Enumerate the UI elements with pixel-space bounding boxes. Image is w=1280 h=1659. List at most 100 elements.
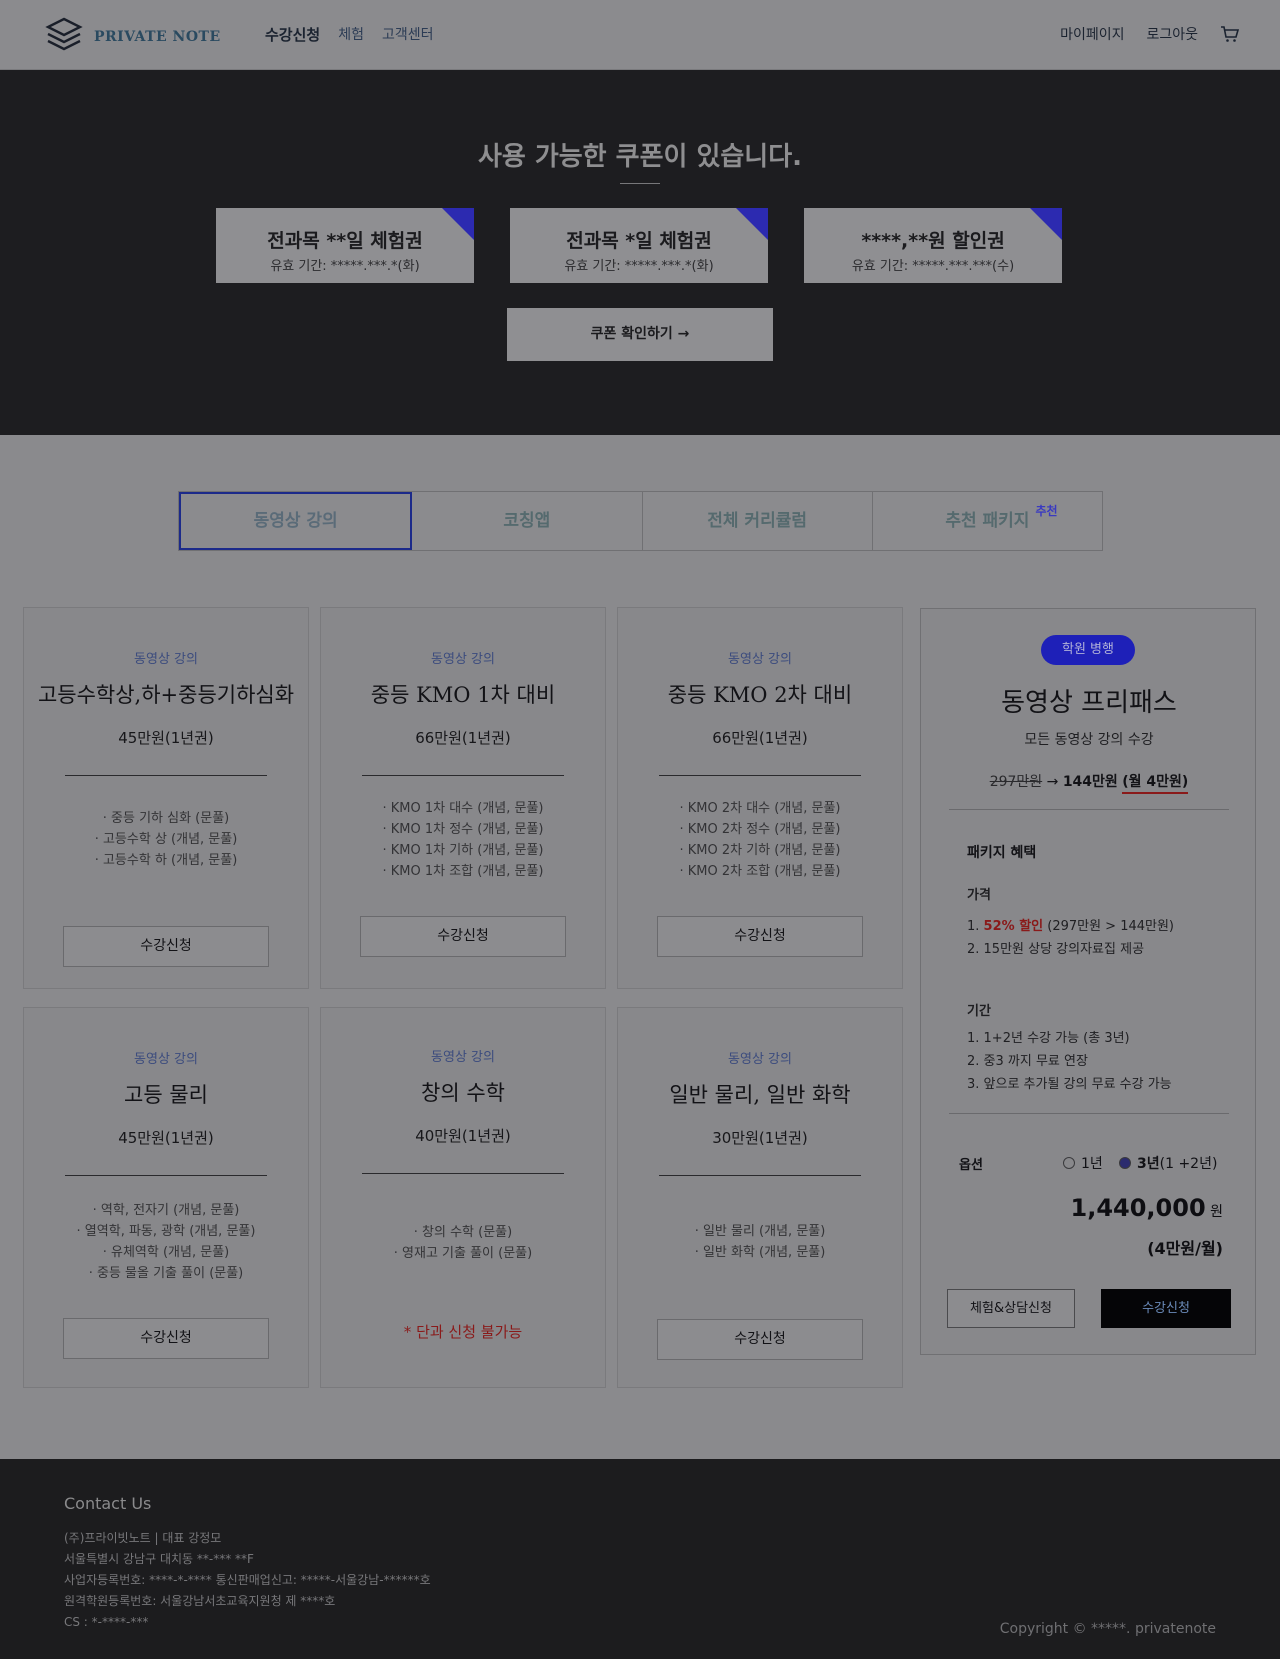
logo-text: PRIVATE NOTE: [94, 29, 221, 45]
nav-trial[interactable]: 체험: [338, 24, 364, 45]
course-contents: · 창의 수학 (문풀) · 영재고 기출 풀이 (문풀): [321, 1222, 605, 1264]
discounted-price: 144만원: [1062, 774, 1118, 790]
coupon-title: ****,**원 할인권: [861, 230, 1005, 252]
enroll-button[interactable]: 수강신청: [657, 1319, 863, 1360]
coupon-card[interactable]: 전과목 **일 체험권 유효 기간: *****.***.*(화): [216, 208, 474, 283]
benefits-heading: 패키지 혜택: [967, 845, 1037, 861]
coupon-corner-ribbon: [442, 208, 474, 240]
course-item: · 중등 물올 기출 풀이 (문풀): [88, 1266, 244, 1281]
enroll-button[interactable]: 수강신청: [63, 1318, 269, 1359]
course-category: 동영상 강의: [134, 652, 198, 667]
package-subtitle: 모든 동영상 강의 수강: [1024, 732, 1154, 748]
copyright: Copyright © *****. privatenote: [999, 1621, 1216, 1637]
course-item: · KMO 2차 조합 (개념, 문풀): [679, 864, 841, 879]
freepass-package: 학원 병행 동영상 프리패스 모든 동영상 강의 수강 297만원 → 144만…: [920, 608, 1256, 1355]
course-category: 동영상 강의: [728, 652, 792, 667]
option-1-year[interactable]: 1년: [1063, 1153, 1103, 1173]
price-arrow: →: [1042, 774, 1063, 790]
divider: [949, 1113, 1229, 1114]
enroll-button[interactable]: 수강신청: [657, 916, 863, 957]
coupon-corner-ribbon: [736, 208, 768, 240]
radio-icon: [1119, 1157, 1131, 1169]
course-card: 동영상 강의 고등수학상,하+중등기하심화 45만원(1년권) · 중등 기하 …: [23, 607, 309, 989]
tab-label: 전체 커리큘럼: [707, 511, 807, 531]
course-item: · KMO 1차 정수 (개념, 문풀): [382, 822, 544, 837]
course-price: 45만원(1년권): [118, 1129, 214, 1147]
course-title: 고등 물리: [124, 1083, 208, 1107]
course-card: 동영상 강의 창의 수학 40만원(1년권) · 창의 수학 (문풀) · 영재…: [320, 1007, 606, 1388]
option-text: 3년: [1137, 1156, 1160, 1172]
coupon-card[interactable]: 전과목 *일 체험권 유효 기간: *****.***.*(화): [510, 208, 768, 283]
logout-link[interactable]: 로그아웃: [1146, 24, 1198, 44]
course-item: · KMO 1차 대수 (개념, 문풀): [382, 801, 544, 816]
course-category: 동영상 강의: [431, 1050, 495, 1065]
course-contents: · 역학, 전자기 (개념, 문풀) · 열역학, 파동, 광학 (개념, 문풀…: [24, 1200, 308, 1284]
period-item: 1. 1+2년 수강 가능 (총 3년): [967, 1031, 1130, 1046]
tab-recommended-package[interactable]: 추천 패키지 추천: [873, 492, 1102, 550]
course-contents: · 중등 기하 심화 (문풀) · 고등수학 상 (개념, 문풀) · 고등수학…: [24, 808, 308, 892]
registration-line: 사업자등록번호: ****-*-**** 통신판매업신고: *****-서울강남…: [64, 1573, 431, 1587]
site-header: PRIVATE NOTE 수강신청 체험 고객센터 마이페이지 로그아웃: [0, 0, 1280, 70]
tab-label: 코칭앱: [503, 511, 551, 531]
course-divider: [65, 775, 267, 776]
company-line: (주)프라이빗노트 | 대표 강정모: [64, 1531, 222, 1545]
course-title: 고등수학상,하+중등기하심화: [37, 683, 295, 707]
nav-enroll[interactable]: 수강신청: [265, 24, 320, 45]
site-footer: Contact Us (주)프라이빗노트 | 대표 강정모 서울특별시 강남구 …: [0, 1459, 1280, 1659]
tab-curriculum[interactable]: 전체 커리큘럼: [643, 492, 873, 550]
course-item: · 중등 기하 심화 (문풀): [102, 811, 230, 826]
tab-coaching-app[interactable]: 코칭앱: [412, 492, 643, 550]
coupon-validity: 유효 기간: *****.***.*(화): [270, 259, 420, 274]
coupon-corner-ribbon: [1030, 208, 1062, 240]
package-enroll-button[interactable]: 수강신청: [1101, 1289, 1231, 1328]
course-item: · 일반 물리 (개념, 문풀): [694, 1224, 826, 1239]
period-heading: 기간: [967, 1004, 991, 1019]
course-contents: · KMO 1차 대수 (개념, 문풀) · KMO 1차 정수 (개념, 문풀…: [321, 798, 605, 882]
coupon-title: 전과목 **일 체험권: [267, 230, 423, 252]
tab-label: 추천 패키지: [945, 511, 1030, 531]
cart-icon[interactable]: [1220, 24, 1240, 44]
course-price: 66만원(1년권): [415, 729, 511, 747]
course-item: · 창의 수학 (문풀): [413, 1225, 513, 1240]
benefit-index: 1.: [967, 919, 984, 934]
tab-video-lectures[interactable]: 동영상 강의: [179, 492, 413, 550]
address-line: 서울특별시 강남구 대치동 **-*** **F: [64, 1552, 254, 1566]
option-subtext: (1 +2년): [1159, 1156, 1218, 1172]
heading-divider: [620, 183, 660, 184]
option-3-year[interactable]: 3년 (1 +2년): [1119, 1153, 1217, 1173]
course-item: · KMO 1차 기하 (개념, 문풀): [382, 843, 544, 858]
total-monthly: (4만원/월): [1147, 1239, 1223, 1258]
academy-badge: 학원 병행: [1041, 635, 1135, 665]
course-title: 일반 물리, 일반 화학: [669, 1083, 851, 1107]
logo[interactable]: PRIVATE NOTE: [44, 16, 221, 58]
course-item: · KMO 1차 조합 (개념, 문풀): [382, 864, 544, 879]
company-info: (주)프라이빗노트 | 대표 강정모 서울특별시 강남구 대치동 **-*** …: [64, 1528, 431, 1633]
course-item: · KMO 2차 정수 (개념, 문풀): [679, 822, 841, 837]
course-item: · 유체역학 (개념, 문풀): [102, 1245, 230, 1260]
enroll-button[interactable]: 수강신청: [360, 916, 566, 957]
period-item: 2. 중3 까지 무료 연장: [967, 1054, 1088, 1069]
enroll-button[interactable]: 수강신청: [63, 926, 269, 967]
course-price: 40만원(1년권): [415, 1127, 511, 1145]
course-item: · 일반 화학 (개념, 문풀): [694, 1245, 826, 1260]
course-divider: [362, 1173, 564, 1174]
course-price: 30만원(1년권): [712, 1129, 808, 1147]
package-price: 297만원 → 144만원 (월 4만원): [921, 771, 1257, 794]
user-nav: 마이페이지 로그아웃: [1060, 24, 1240, 44]
course-item: · KMO 2차 대수 (개념, 문풀): [679, 801, 841, 816]
check-coupons-button[interactable]: 쿠폰 확인하기 →: [507, 308, 773, 361]
consult-button[interactable]: 체험&상담신청: [947, 1289, 1075, 1328]
mypage-link[interactable]: 마이페이지: [1060, 24, 1124, 44]
course-divider: [659, 1175, 861, 1176]
course-divider: [659, 775, 861, 776]
monthly-price: (월 4만원): [1122, 774, 1189, 794]
period-item: 3. 앞으로 추가될 강의 무료 수강 가능: [967, 1077, 1172, 1092]
nav-support[interactable]: 고객센터: [382, 24, 434, 45]
course-contents: · 일반 물리 (개념, 문풀) · 일반 화학 (개념, 문풀): [618, 1221, 902, 1263]
course-category: 동영상 강의: [431, 652, 495, 667]
coupon-heading: 사용 가능한 쿠폰이 있습니다.: [477, 142, 803, 172]
course-title: 중등 KMO 1차 대비: [370, 683, 556, 707]
package-title: 동영상 프리패스: [1001, 688, 1177, 718]
coupon-card[interactable]: ****,**원 할인권 유효 기간: *****.***.***(수): [804, 208, 1062, 283]
course-title: 중등 KMO 2차 대비: [667, 683, 853, 707]
